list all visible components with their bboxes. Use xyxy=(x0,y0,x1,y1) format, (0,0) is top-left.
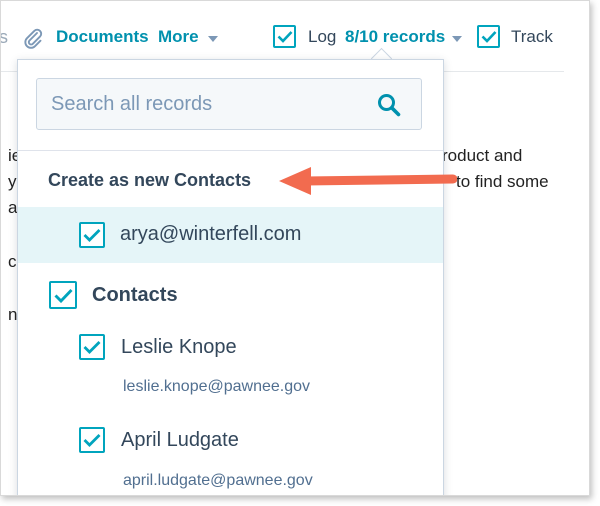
paperclip-icon[interactable] xyxy=(23,27,43,54)
contact-email: april.ludgate@pawnee.gov xyxy=(123,472,313,489)
log-checkbox[interactable] xyxy=(273,25,296,48)
body-text-fragment: c xyxy=(8,252,17,271)
annotation-arrow-icon xyxy=(279,167,457,195)
search-input[interactable] xyxy=(51,79,361,129)
panel-divider xyxy=(18,150,443,151)
body-text-fragment: to find some xyxy=(456,172,549,191)
new-contact-checkbox[interactable] xyxy=(79,222,105,248)
contact-name: April Ludgate xyxy=(121,429,239,451)
log-label: Log xyxy=(308,27,337,46)
new-contact-row[interactable]: arya@winterfell.com xyxy=(18,207,443,263)
track-label: Track xyxy=(511,27,553,46)
documents-link[interactable]: Documents xyxy=(56,27,149,47)
window-frame: s Documents More Log 8/10 records Track … xyxy=(0,0,590,496)
search-icon[interactable] xyxy=(377,93,401,122)
contact-name: Leslie Knope xyxy=(121,336,237,358)
records-dropdown-panel: Create as new Contacts arya@winterfell.c… xyxy=(17,59,444,495)
search-field[interactable] xyxy=(36,78,422,130)
records-dropdown[interactable]: 8/10 records xyxy=(345,27,445,47)
body-text-fragment: y xyxy=(8,172,17,191)
toolbar-partial-text: s xyxy=(1,27,8,48)
contacts-group-checkbox[interactable] xyxy=(49,281,77,309)
new-contacts-section-title: Create as new Contacts xyxy=(48,170,252,190)
records-caret-icon[interactable] xyxy=(452,36,462,42)
contact-checkbox-april[interactable] xyxy=(79,427,105,453)
track-checkbox[interactable] xyxy=(477,25,500,48)
more-caret-icon[interactable] xyxy=(208,36,218,42)
contact-checkbox-leslie[interactable] xyxy=(79,334,105,360)
contacts-group-label: Contacts xyxy=(92,284,178,306)
contact-email: leslie.knope@pawnee.gov xyxy=(123,378,311,395)
new-contact-email: arya@winterfell.com xyxy=(120,223,302,245)
more-menu[interactable]: More xyxy=(158,27,199,47)
